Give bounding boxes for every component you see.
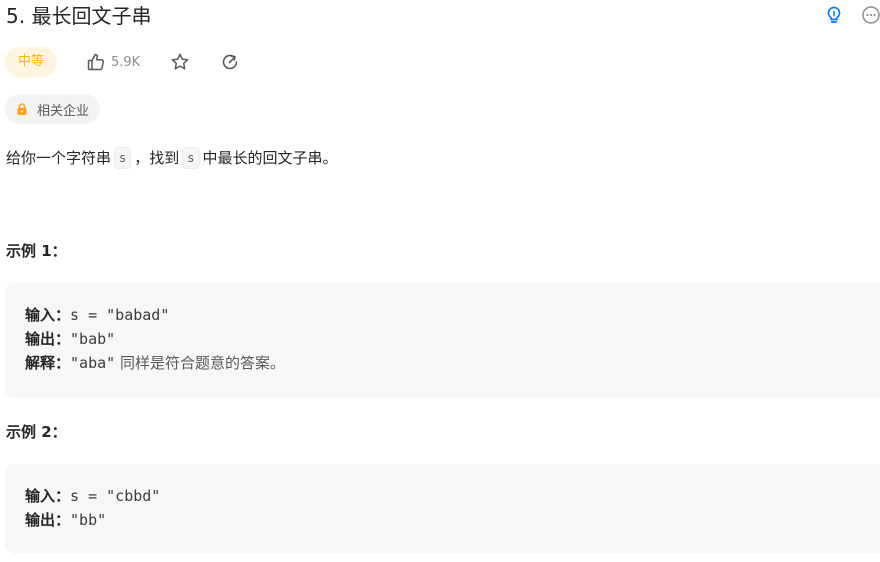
more-options-icon bbox=[862, 6, 880, 24]
input-value: s = "cbbd" bbox=[70, 487, 161, 505]
inline-code: s bbox=[182, 147, 200, 169]
thumbs-up-icon bbox=[87, 53, 104, 71]
example-1-title: 示例 1： bbox=[6, 242, 67, 260]
example-output-line: 输出："bb" bbox=[25, 508, 106, 532]
output-label: 输出： bbox=[25, 330, 71, 348]
share-button[interactable] bbox=[218, 50, 242, 74]
example-2-block: 输入：s = "cbbd" 输出："bb" bbox=[5, 464, 880, 553]
description-text: 中最长的回文子串。 bbox=[202, 149, 338, 167]
inline-code: s bbox=[114, 147, 132, 169]
input-label: 输入： bbox=[25, 306, 71, 324]
problem-description: 给你一个字符串 s ，找到 s 中最长的回文子串。 bbox=[6, 144, 338, 172]
example-1-block: 输入：s = "babad" 输出："bab" 解释："aba" 同样是符合题意… bbox=[5, 283, 880, 398]
explanation-value: "aba" bbox=[70, 354, 116, 372]
related-companies-label: 相关企业 bbox=[37, 103, 90, 119]
example-input-line: 输入：s = "cbbd" bbox=[25, 484, 160, 508]
star-icon bbox=[171, 53, 189, 70]
input-value: s = "babad" bbox=[70, 306, 170, 324]
like-count: 5.9K bbox=[111, 54, 141, 70]
like-button[interactable]: 5.9K bbox=[86, 50, 140, 74]
output-label: 输出： bbox=[25, 511, 71, 529]
input-label: 输入： bbox=[25, 487, 71, 505]
explanation-label: 解释： bbox=[25, 354, 71, 372]
output-value: "bab" bbox=[70, 330, 116, 348]
difficulty-badge: 中等 bbox=[5, 47, 58, 77]
example-output-line: 输出："bab" bbox=[25, 327, 115, 351]
example-input-line: 输入：s = "babad" bbox=[25, 303, 169, 327]
favorite-button[interactable] bbox=[168, 50, 192, 74]
description-text: 给你一个字符串 bbox=[6, 149, 112, 167]
description-text: ，找到 bbox=[134, 149, 180, 167]
example-2-title: 示例 2： bbox=[6, 423, 67, 441]
output-value: "bb" bbox=[70, 511, 107, 529]
hint-button[interactable] bbox=[823, 4, 845, 26]
problem-title: 5. 最长回文子串 bbox=[6, 4, 152, 28]
share-icon bbox=[222, 54, 238, 70]
more-options-button[interactable] bbox=[860, 4, 880, 26]
lightbulb-icon bbox=[827, 6, 841, 23]
example-explanation-line: 解释："aba" 同样是符合题意的答案。 bbox=[25, 351, 285, 375]
explanation-text: 同样是符合题意的答案。 bbox=[119, 354, 285, 372]
related-companies-tag[interactable]: 相关企业 bbox=[5, 94, 101, 124]
lock-icon bbox=[17, 103, 27, 115]
